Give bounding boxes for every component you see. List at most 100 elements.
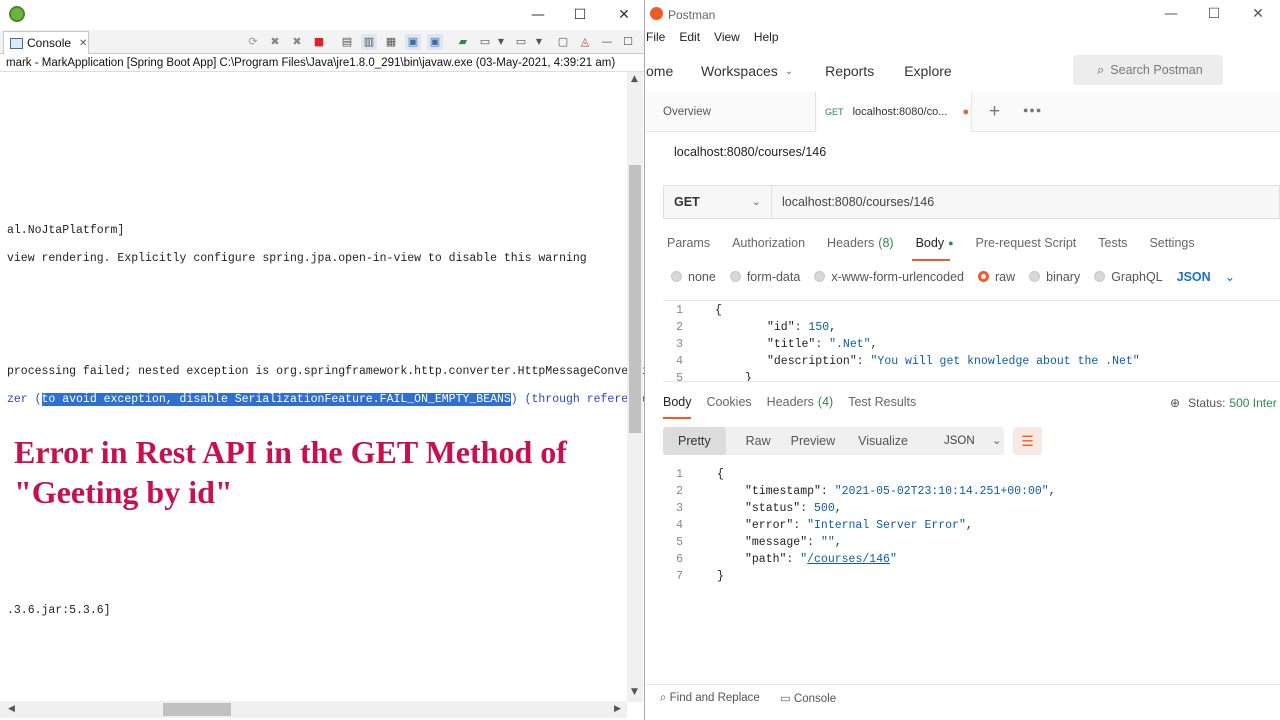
close-tab-icon[interactable]: ✕ — [79, 38, 87, 49]
ant-icon[interactable]: ◬ — [577, 34, 593, 50]
radio-label: none — [688, 269, 716, 284]
request-title[interactable]: localhost:8080/courses/146 — [674, 145, 826, 159]
code-line: "id": 150, — [767, 321, 837, 334]
display-console-icon[interactable]: ▭ — [477, 34, 493, 50]
json-link[interactable]: /courses/146 — [807, 553, 890, 566]
minimize-icon[interactable]: — — [528, 6, 548, 24]
nav-explore[interactable]: Explore — [904, 63, 951, 79]
method-select[interactable]: GET ⌄ — [664, 186, 772, 218]
tab-tests[interactable]: Tests — [1098, 236, 1127, 250]
copy-icon[interactable]: ▢ — [555, 34, 571, 50]
more-tabs-icon[interactable]: ●●● — [1023, 105, 1042, 115]
scroll-down-icon[interactable]: ▼ — [631, 687, 638, 697]
tab-headers[interactable]: Headers — [827, 236, 874, 250]
scroll-up-icon[interactable]: ▲ — [631, 74, 638, 84]
radio-raw[interactable]: raw — [978, 269, 1015, 284]
pin-console-icon[interactable]: ▰ — [455, 34, 471, 50]
json-value: "You will get knowledge about the .Net" — [870, 355, 1140, 368]
minimize-icon[interactable]: — — [1161, 5, 1181, 23]
code-line: "description": "You will get knowledge a… — [767, 355, 1140, 368]
chevron-down-icon[interactable]: ⌄ — [785, 66, 793, 77]
nav-reports[interactable]: Reports — [825, 63, 874, 79]
tab-prerequest[interactable]: Pre-request Script — [976, 236, 1077, 250]
horizontal-scroll-thumb[interactable] — [163, 703, 231, 716]
remove-launch-icon[interactable]: ✖ — [267, 34, 283, 50]
selected-text[interactable]: to avoid exception, disable Serializatio… — [41, 393, 511, 406]
open-console-icon[interactable]: ▭ — [513, 34, 529, 50]
request-subtabs: Params Authorization Headers (8) Body ● … — [667, 236, 1195, 250]
spring-logo-icon — [9, 6, 25, 22]
radio-none[interactable]: none — [671, 269, 716, 284]
horizontal-scrollbar[interactable] — [0, 701, 627, 718]
open-console-dropdown-icon[interactable]: ▼ — [531, 34, 547, 50]
view-minimize-icon[interactable]: — — [599, 34, 615, 50]
request-tab-bar: Overview GET localhost:8080/co... ● + ●●… — [646, 92, 1280, 132]
tab-test-results[interactable]: Test Results — [848, 395, 916, 409]
show-stdout-icon[interactable]: ▣ — [405, 34, 421, 50]
tab-overview[interactable]: Overview — [646, 92, 816, 132]
view-maximize-icon[interactable]: ☐ — [620, 34, 636, 50]
clear-console-icon[interactable]: ▤ — [339, 34, 355, 50]
tab-pretty[interactable]: Pretty — [663, 427, 726, 455]
method-label: GET — [674, 195, 700, 209]
tab-params[interactable]: Params — [667, 236, 710, 250]
search-icon: ⌕ — [1097, 62, 1105, 78]
radio-label: GraphQL — [1111, 269, 1163, 284]
tab-settings[interactable]: Settings — [1149, 236, 1194, 250]
maximize-icon[interactable]: ☐ — [1204, 5, 1224, 23]
search-box[interactable]: ⌕ Search Postman — [1073, 55, 1223, 85]
radio-urlencoded[interactable]: x-www-form-urlencoded — [814, 269, 964, 284]
nav-workspaces[interactable]: Workspaces — [701, 63, 778, 79]
close-icon[interactable]: ✕ — [1248, 5, 1268, 23]
tab-response-headers[interactable]: Headers — [767, 395, 814, 409]
tab-raw[interactable]: Raw — [726, 434, 791, 448]
window-title: Postman — [668, 8, 716, 22]
maximize-icon[interactable]: ☐ — [570, 6, 590, 24]
body-type-selector: none form-data x-www-form-urlencoded raw… — [671, 269, 1235, 284]
vertical-scroll-thumb[interactable] — [629, 165, 641, 433]
response-format-select[interactable]: JSON ⌄ — [934, 427, 1004, 455]
tab-body[interactable]: Body — [916, 236, 945, 250]
tab-request[interactable]: GET localhost:8080/co... ● — [817, 92, 972, 132]
display-console-dropdown-icon[interactable]: ▼ — [493, 34, 509, 50]
chevron-down-icon: ⌄ — [751, 196, 761, 208]
radio-graphql[interactable]: GraphQL — [1094, 269, 1163, 284]
relaunch-icon[interactable]: ⟳ — [245, 34, 261, 50]
word-wrap-icon[interactable]: ▦ — [383, 34, 399, 50]
radio-binary[interactable]: binary — [1029, 269, 1080, 284]
tab-preview[interactable]: Preview — [791, 434, 853, 448]
url-input[interactable]: localhost:8080/courses/146 — [782, 186, 934, 218]
url-bar: GET ⌄ localhost:8080/courses/146 — [663, 185, 1280, 219]
close-icon[interactable]: ✕ — [614, 6, 634, 24]
menu-help[interactable]: Help — [754, 30, 779, 48]
menu-view[interactable]: View — [714, 30, 740, 48]
scroll-right-icon[interactable]: ▶ — [614, 704, 621, 714]
remove-all-icon[interactable]: ✖ — [289, 34, 305, 50]
postman-window: Postman — ☐ ✕ File Edit View Help ome Wo… — [646, 0, 1280, 720]
menu-bar: File Edit View Help — [646, 30, 779, 48]
json-key: "error" — [745, 519, 794, 532]
search-placeholder: Search Postman — [1110, 63, 1203, 77]
response-headers-count: (4) — [817, 395, 834, 409]
menu-file[interactable]: File — [646, 30, 665, 48]
nav-home[interactable]: ome — [646, 63, 701, 79]
tab-cookies[interactable]: Cookies — [707, 395, 752, 409]
scroll-lock-icon[interactable]: ▥ — [361, 34, 377, 50]
find-replace-button[interactable]: ⌕ Find and Replace — [660, 690, 760, 705]
scroll-left-icon[interactable]: ◀ — [8, 704, 15, 714]
tab-visualize[interactable]: Visualize — [853, 434, 913, 448]
request-body-editor[interactable]: 1 2 3 4 5 { "id": 150, "title": ".Net", … — [663, 300, 1280, 382]
radio-label: form-data — [746, 269, 801, 284]
menu-edit[interactable]: Edit — [679, 30, 700, 48]
tab-authorization[interactable]: Authorization — [732, 236, 805, 250]
console-tab[interactable]: Console ✕ — [3, 31, 89, 54]
terminate-icon[interactable]: ■ — [311, 34, 327, 50]
wrap-lines-icon[interactable]: ☰ — [1013, 427, 1042, 455]
new-tab-icon[interactable]: + — [989, 101, 1000, 123]
json-quote: " — [889, 553, 897, 566]
raw-format-select[interactable]: JSON ⌄ — [1177, 269, 1236, 285]
radio-form-data[interactable]: form-data — [729, 269, 801, 284]
console-button[interactable]: ▭ Console — [780, 691, 836, 705]
tab-response-body[interactable]: Body — [663, 395, 692, 409]
show-stderr-icon[interactable]: ▣ — [427, 34, 443, 50]
